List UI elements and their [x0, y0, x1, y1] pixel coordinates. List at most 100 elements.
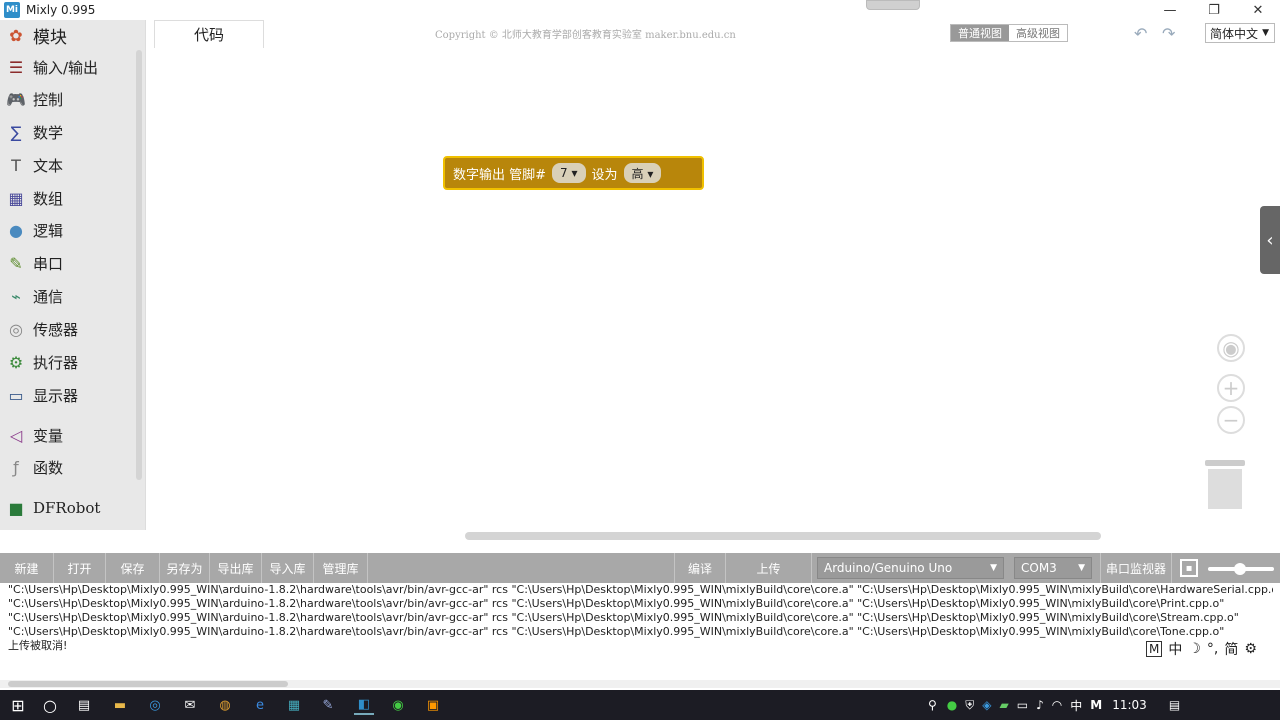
- sidebar-item-io[interactable]: ☰ 输入/输出: [0, 52, 132, 82]
- app-window: Mi Mixly 0.995 — ❐ ✕ ✿ 模块 ☰ 输入/输出 🎮 控制 ∑ 数学 T 文…: [0, 0, 1280, 720]
- new-button[interactable]: 新建: [0, 553, 54, 583]
- workspace-horizontal-scrollbar[interactable]: [465, 532, 1101, 540]
- sidebar-item-label: DFRobot: [33, 499, 101, 517]
- pin-dropdown[interactable]: 7 ▾: [552, 163, 586, 183]
- tray-lang[interactable]: 中: [1070, 697, 1082, 714]
- ime-mode-icon[interactable]: M: [1146, 641, 1163, 657]
- serial-monitor-button[interactable]: 串口监视器: [1100, 553, 1172, 583]
- task-view-icon[interactable]: ▤: [74, 695, 94, 715]
- console-line: "C:\Users\Hp\Desktop\Mixly0.995_WIN\ardu…: [8, 625, 1225, 638]
- browser-icon[interactable]: ◎: [145, 695, 165, 715]
- port-select[interactable]: COM3 ▼: [1014, 557, 1092, 579]
- tray-ime-m[interactable]: M: [1090, 698, 1102, 712]
- person-icon[interactable]: ⚲: [928, 698, 937, 712]
- drag-handle[interactable]: [866, 0, 920, 10]
- file-explorer-icon[interactable]: ▬: [110, 695, 130, 715]
- advanced-view-button[interactable]: 高级视图: [1009, 25, 1067, 41]
- display-icon[interactable]: ▭: [1017, 698, 1028, 712]
- sidebar-item-text[interactable]: T 文本: [0, 150, 132, 180]
- sidebar-item-label: 文本: [33, 156, 64, 175]
- dfrobot-icon: ■: [8, 498, 24, 518]
- title-bar: Mi Mixly 0.995 — ❐ ✕: [0, 0, 1280, 20]
- digital-write-block[interactable]: 数字输出 管脚# 7 ▾ 设为 高 ▾: [443, 156, 704, 190]
- console-horizontal-scrollbar[interactable]: [0, 680, 1280, 688]
- sidebar-item-variable[interactable]: ◁ 变量: [0, 420, 132, 450]
- font-size-slider[interactable]: [1208, 563, 1274, 575]
- notification-icon[interactable]: ▤: [1169, 698, 1180, 712]
- compile-button[interactable]: 编译: [674, 553, 726, 583]
- zoom-out-icon[interactable]: −: [1217, 406, 1245, 434]
- moon-icon[interactable]: ☽: [1188, 641, 1201, 657]
- sidebar-item-math[interactable]: ∑ 数学: [0, 117, 132, 147]
- upload-button[interactable]: 上传: [726, 553, 812, 583]
- wechat-tray-icon[interactable]: ●: [947, 698, 957, 712]
- sidebar-item-satellite[interactable]: ⌁ 通信: [0, 281, 132, 311]
- value-dropdown[interactable]: 高 ▾: [623, 163, 662, 183]
- sidebar-item-function[interactable]: ƒ 函数: [0, 452, 132, 482]
- trash-can: [1208, 469, 1242, 509]
- sidebar-item-label: 通信: [33, 287, 64, 306]
- sidebar-scrollbar[interactable]: [136, 50, 142, 480]
- block-label: 数字输出 管脚#: [453, 167, 547, 183]
- shield-icon[interactable]: ⛨: [965, 698, 974, 713]
- chip-icon[interactable]: ▪: [1180, 559, 1198, 577]
- manage-lib-button[interactable]: 管理库: [314, 553, 368, 583]
- sidebar-item-monitor[interactable]: ▭ 显示器: [0, 380, 132, 410]
- pen-icon: ✎: [9, 253, 23, 273]
- volume-icon[interactable]: ♪: [1036, 698, 1044, 712]
- center-view-icon[interactable]: ◉: [1217, 334, 1245, 362]
- security-icon[interactable]: ◈: [982, 698, 991, 712]
- export-lib-button[interactable]: 导出库: [210, 553, 262, 583]
- normal-view-button[interactable]: 普通视图: [951, 25, 1009, 41]
- open-button[interactable]: 打开: [54, 553, 106, 583]
- gear-icon[interactable]: ⚙: [1244, 641, 1257, 657]
- chevron-down-icon: ▼: [990, 563, 997, 573]
- save-button[interactable]: 保存: [106, 553, 160, 583]
- math-icon: ∑: [10, 122, 22, 142]
- slides-icon[interactable]: ▣: [423, 695, 443, 715]
- sidebar-item-dfrobot[interactable]: ■ DFRobot: [0, 493, 132, 523]
- window-title: Mixly 0.995: [26, 3, 96, 17]
- trash-icon[interactable]: [1205, 460, 1245, 510]
- close-button[interactable]: ✕: [1236, 0, 1280, 20]
- tab-code[interactable]: 代码: [154, 20, 264, 48]
- slider-knob[interactable]: [1234, 563, 1246, 575]
- sidebar-item-label: 输入/输出: [33, 58, 99, 77]
- sidebar-item-label: 数学: [33, 123, 64, 142]
- collapse-panel-button[interactable]: ‹: [1260, 206, 1280, 274]
- save-as-button[interactable]: 另存为: [160, 553, 210, 583]
- import-lib-button[interactable]: 导入库: [262, 553, 314, 583]
- maximize-button[interactable]: ❐: [1192, 0, 1236, 20]
- nvidia-icon[interactable]: ▰: [1000, 698, 1009, 712]
- sidebar-item-gamepad[interactable]: 🎮 控制: [0, 84, 132, 114]
- windows-start-icon[interactable]: ⊞: [8, 695, 28, 715]
- language-value: 简体中文: [1210, 26, 1259, 41]
- zoom-in-icon[interactable]: +: [1217, 374, 1245, 402]
- redo-icon[interactable]: ↷: [1162, 24, 1175, 43]
- scroll-thumb[interactable]: [8, 681, 288, 687]
- ime-lang-icon[interactable]: 中: [1168, 639, 1182, 659]
- sidebar-item-actuator[interactable]: ⚙ 执行器: [0, 347, 132, 377]
- block-workspace[interactable]: [147, 48, 1280, 548]
- sidebar-item-sensor[interactable]: ◎ 传感器: [0, 314, 132, 344]
- search-icon[interactable]: ○: [40, 695, 60, 715]
- calculator-icon[interactable]: ▦: [284, 695, 304, 715]
- simplified-icon[interactable]: 简: [1224, 639, 1238, 659]
- sidebar-item-array[interactable]: ▦ 数组: [0, 183, 132, 213]
- console-line: 上传被取消!: [8, 639, 68, 652]
- mixly-taskbar-icon[interactable]: ◧: [354, 695, 374, 715]
- punctuation-icon[interactable]: °,: [1207, 641, 1218, 657]
- board-select[interactable]: Arduino/Genuino Uno ▼: [817, 557, 1004, 579]
- minimize-button[interactable]: —: [1148, 0, 1192, 20]
- language-select[interactable]: 简体中文 ▼: [1205, 23, 1275, 43]
- search-app-icon[interactable]: ◍: [215, 695, 235, 715]
- sidebar-item-pen[interactable]: ✎ 串口: [0, 248, 132, 278]
- edge-icon[interactable]: e: [250, 695, 270, 715]
- clock[interactable]: 11:03: [1112, 698, 1147, 712]
- sidebar-item-bulb[interactable]: ● 逻辑: [0, 215, 132, 245]
- wifi-icon[interactable]: ◠: [1052, 698, 1062, 712]
- tool-icon[interactable]: ✎: [318, 695, 338, 715]
- mail-icon[interactable]: ✉: [180, 695, 200, 715]
- wechat-icon[interactable]: ◉: [388, 695, 408, 715]
- undo-icon[interactable]: ↶: [1134, 24, 1147, 43]
